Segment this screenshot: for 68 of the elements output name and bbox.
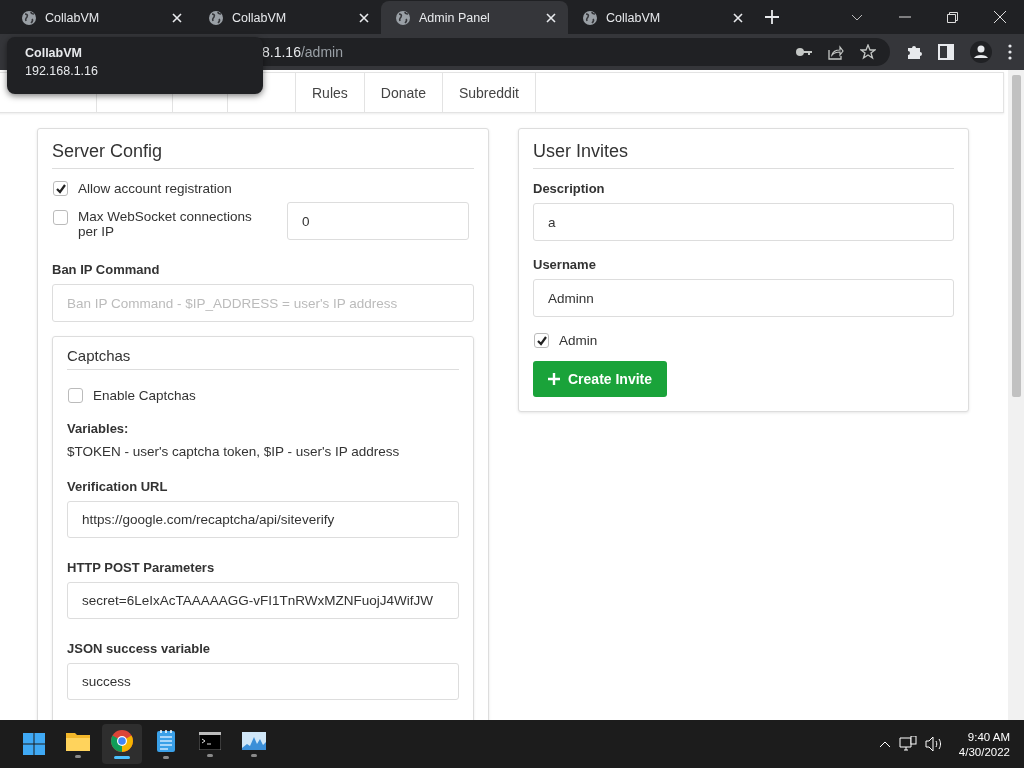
resource-monitor-icon: [242, 731, 266, 750]
star-icon[interactable]: [860, 44, 876, 60]
windows-icon: [23, 733, 45, 755]
input-field[interactable]: Ban IP Command - $IP_ADDRESS = user's IP address: [52, 284, 474, 322]
checkbox[interactable]: [534, 333, 549, 348]
puzzle-icon[interactable]: [906, 44, 922, 60]
restore-icon[interactable]: [947, 11, 958, 23]
close-icon[interactable]: [359, 12, 369, 23]
field-label: Username: [533, 257, 597, 272]
chevron-up-icon[interactable]: [878, 740, 891, 748]
variables-text: $TOKEN - user's captcha token, $IP - user's IP address: [67, 444, 401, 459]
checkbox-label: Max WebSocket connections per IP: [78, 209, 253, 239]
checkbox[interactable]: [68, 388, 83, 403]
checkbox-label: Enable Captchas: [93, 388, 196, 403]
input-field[interactable]: 0: [287, 202, 469, 240]
volume-icon[interactable]: [924, 736, 943, 752]
input-field[interactable]: success: [67, 663, 459, 700]
clock-date[interactable]: 4/30/2022: [958, 745, 1010, 758]
field-label: HTTP POST Parameters: [67, 560, 216, 575]
share-icon[interactable]: [828, 44, 844, 60]
browser-tab[interactable]: CollabVM: [194, 1, 381, 34]
field-label: JSON success variable: [67, 641, 212, 656]
browser-tab[interactable]: CollabVM: [7, 1, 194, 34]
checkbox-label: Admin: [559, 333, 598, 348]
globe-icon: [582, 9, 598, 26]
notepad-icon: [157, 729, 175, 752]
field-label: Description: [533, 181, 606, 196]
card-title: User Invites: [533, 139, 954, 169]
tooltip-title: CollabVM: [25, 46, 82, 60]
input-field[interactable]: https://google.com/recaptcha/api/siteverify: [67, 501, 459, 538]
checkbox[interactable]: [53, 181, 68, 196]
clock-time[interactable]: 9:40 AM: [967, 730, 1010, 743]
field-label: Ban IP Command: [52, 262, 161, 277]
close-icon[interactable]: [994, 11, 1006, 23]
scrollbar[interactable]: [1008, 70, 1024, 720]
key-icon[interactable]: [796, 47, 812, 57]
tooltip-url: 192.168.1.16: [25, 64, 98, 78]
side-panel-icon[interactable]: [938, 44, 954, 60]
chevron-down-icon[interactable]: [851, 13, 863, 21]
close-icon[interactable]: [546, 12, 556, 23]
browser-tab[interactable]: Admin Panel: [381, 1, 568, 34]
menu-icon[interactable]: [1008, 44, 1012, 60]
terminal-icon: [199, 731, 221, 750]
network-icon[interactable]: [898, 736, 917, 752]
panel-title: Captchas: [67, 345, 459, 370]
new-tab-icon[interactable]: [765, 10, 779, 24]
globe-icon: [21, 9, 37, 26]
nav-link[interactable]: Subreddit: [442, 73, 536, 112]
nav-link[interactable]: Rules: [296, 73, 365, 112]
field-label: Variables:: [67, 421, 130, 436]
profile-icon[interactable]: [970, 41, 992, 63]
input-field[interactable]: a: [533, 203, 954, 241]
close-icon[interactable]: [733, 12, 743, 23]
folder-icon: [66, 730, 90, 751]
chrome-icon: [111, 729, 133, 752]
checkbox[interactable]: [53, 210, 68, 225]
card-title: Server Config: [52, 139, 474, 169]
taskbar-app[interactable]: [102, 724, 142, 764]
browser-tab[interactable]: CollabVM: [568, 1, 755, 34]
input-field[interactable]: secret=6LeIxAcTAAAAAGG-vFI1TnRWxMZNFuojJ4WifJW: [67, 582, 459, 619]
close-icon[interactable]: [172, 12, 182, 23]
globe-icon: [395, 9, 411, 26]
checkbox-label: Allow account registration: [78, 181, 232, 196]
nav-link[interactable]: Donate: [364, 73, 443, 112]
plus-icon: [548, 373, 560, 385]
field-label: Verification URL: [67, 479, 169, 494]
input-field[interactable]: Adminn: [533, 279, 954, 317]
globe-icon: [208, 9, 224, 26]
